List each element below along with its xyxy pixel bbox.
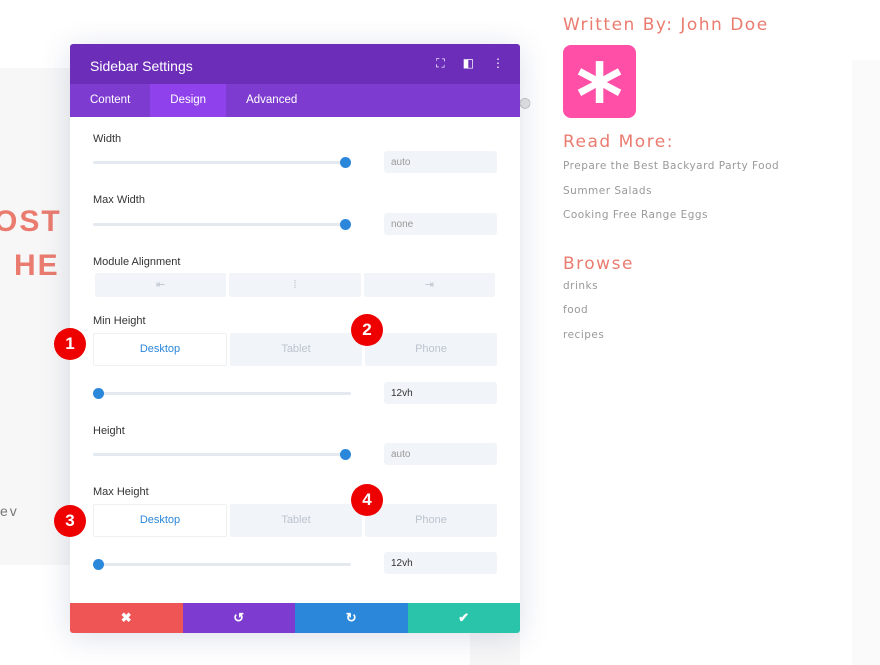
read-more-link[interactable]: Cooking Free Range Eggs [563, 209, 843, 234]
modal-footer: ✖ ↺ ↻ ✔ [70, 603, 520, 633]
height-slider[interactable] [93, 449, 351, 460]
annotation-badge-2: 2 [351, 314, 383, 346]
max-height-label: Max Height [93, 486, 149, 498]
max-height-input[interactable]: 12vh [384, 552, 497, 574]
min-height-desktop-tab[interactable]: Desktop [93, 333, 227, 366]
align-left-button[interactable]: ⇤ [95, 273, 227, 297]
slider-handle[interactable] [93, 559, 104, 570]
browse-link[interactable]: drinks [563, 280, 843, 305]
tab-advanced[interactable]: Advanced [226, 84, 317, 117]
tab-content[interactable]: Content [70, 84, 150, 117]
slider-handle[interactable] [340, 157, 351, 168]
align-center-button[interactable]: ⁞ [229, 273, 361, 297]
align-right-button[interactable]: ⇥ [363, 273, 495, 297]
modal-title: Sidebar Settings [90, 58, 193, 74]
max-height-phone-tab[interactable]: Phone [365, 504, 497, 537]
cancel-button[interactable]: ✖ [70, 603, 183, 633]
slider-handle[interactable] [340, 219, 351, 230]
browse-link[interactable]: recipes [563, 329, 843, 354]
hero-title-line1: OST [0, 205, 62, 238]
page-right-column [852, 60, 880, 665]
author-avatar: * [563, 45, 636, 150]
slider-handle[interactable] [93, 388, 104, 399]
modal-tabs: Content Design Advanced [70, 84, 520, 117]
max-height-desktop-tab[interactable]: Desktop [93, 504, 227, 537]
read-more-heading: Read More: [563, 132, 674, 152]
max-height-tablet-tab[interactable]: Tablet [230, 504, 362, 537]
module-alignment-label: Module Alignment [93, 256, 181, 268]
save-button[interactable]: ✔ [407, 603, 520, 633]
min-height-label: Min Height [93, 315, 146, 327]
browse-link[interactable]: food [563, 304, 843, 329]
min-height-input[interactable]: 12vh [384, 382, 497, 404]
width-label: Width [93, 133, 122, 145]
width-slider[interactable] [93, 157, 351, 168]
height-label: Height [93, 425, 125, 437]
read-more-link[interactable]: Prepare the Best Backyard Party Food [563, 160, 843, 185]
annotation-badge-1: 1 [54, 328, 86, 360]
annotation-badge-4: 4 [351, 484, 383, 516]
tab-design[interactable]: Design [150, 84, 227, 117]
height-input[interactable]: auto [384, 443, 497, 465]
max-width-input[interactable]: none [384, 213, 497, 235]
split-view-icon[interactable]: ◧ [463, 56, 474, 71]
min-height-phone-tab[interactable]: Phone [365, 333, 497, 366]
blog-sidebar: Written By: John Doe * Read More: Prepar… [563, 15, 843, 353]
read-more-link[interactable]: Summer Salads [563, 185, 843, 210]
browse-heading: Browse [563, 253, 634, 274]
more-options-icon[interactable]: ⋮ [492, 56, 504, 71]
slider-handle[interactable] [340, 449, 351, 460]
max-width-label: Max Width [93, 194, 145, 206]
max-height-slider[interactable] [93, 559, 351, 570]
annotation-badge-3: 3 [54, 505, 86, 537]
sidebar-settings-modal: Sidebar Settings ⛶ ◧ ⋮ Content Design Ad… [70, 44, 520, 633]
max-width-slider[interactable] [93, 219, 351, 230]
page-snippet: ev [0, 503, 19, 519]
modal-header: Sidebar Settings ⛶ ◧ ⋮ [70, 44, 520, 84]
width-input[interactable]: auto [384, 151, 497, 173]
redo-button[interactable]: ↻ [295, 603, 408, 633]
author-heading: Written By: John Doe [563, 15, 769, 35]
min-height-tablet-tab[interactable]: Tablet [230, 333, 362, 366]
min-height-slider[interactable] [93, 388, 351, 399]
fullscreen-icon[interactable]: ⛶ [436, 56, 444, 71]
undo-button[interactable]: ↺ [182, 603, 295, 633]
hero-title-line2: HE [14, 249, 60, 282]
